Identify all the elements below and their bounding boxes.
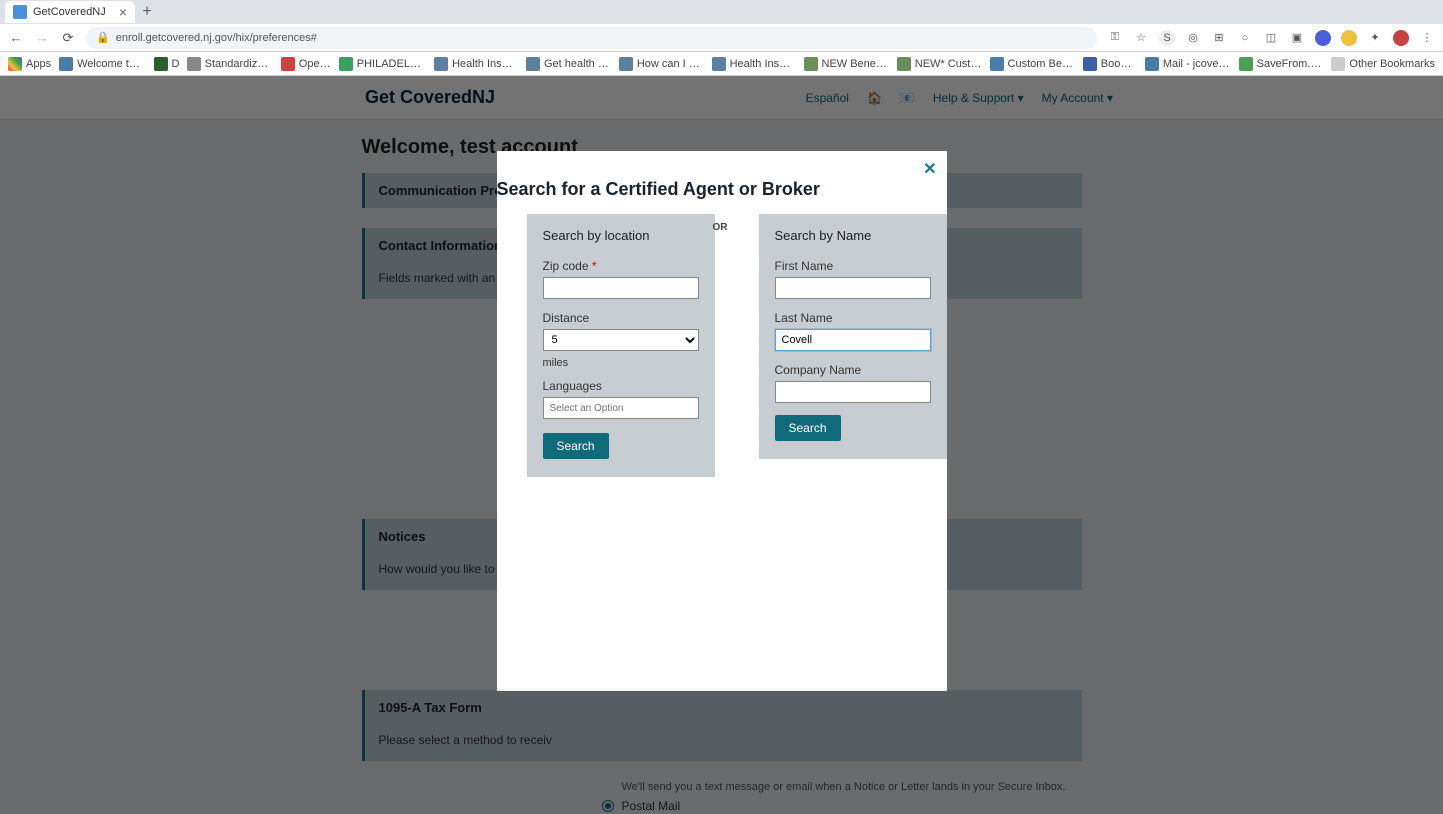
bookmark-icon bbox=[59, 57, 73, 71]
modal-overlay[interactable]: ✕ Search for a Certified Agent or Broker… bbox=[0, 76, 1443, 814]
url-text: enroll.getcovered.nj.gov/hix/preferences… bbox=[116, 32, 317, 44]
ext2-icon[interactable]: ⊞ bbox=[1211, 30, 1227, 46]
modal-title: Search for a Certified Agent or Broker bbox=[497, 179, 947, 214]
folder-icon bbox=[1331, 57, 1345, 71]
bookmark-icon bbox=[897, 57, 911, 71]
company-input[interactable] bbox=[775, 381, 931, 403]
miles-label: miles bbox=[543, 357, 699, 369]
bookmark-icon bbox=[712, 57, 726, 71]
tab-favicon bbox=[13, 5, 27, 19]
bookmark-icon bbox=[187, 57, 201, 71]
name-panel-title: Search by Name bbox=[775, 228, 931, 243]
bookmark-item[interactable]: NEW Benefit Plan... bbox=[804, 57, 889, 71]
chrome-toolbar-icons: ⚿ ☆ S ◎ ⊞ ○ ◫ ▣ ✦ ⋮ bbox=[1107, 30, 1435, 46]
browser-chrome: GetCoveredNJ × + ← → ⟳ 🔒 enroll.getcover… bbox=[0, 0, 1443, 76]
first-name-label: First Name bbox=[775, 259, 931, 273]
extensions-icon[interactable]: ✦ bbox=[1367, 30, 1383, 46]
last-name-input[interactable] bbox=[775, 329, 931, 351]
ext6-icon[interactable] bbox=[1315, 30, 1331, 46]
url-input[interactable]: 🔒 enroll.getcovered.nj.gov/hix/preferenc… bbox=[86, 27, 1097, 49]
address-bar: ← → ⟳ 🔒 enroll.getcovered.nj.gov/hix/pre… bbox=[0, 24, 1443, 52]
bookmark-item[interactable]: Health Insurance:... bbox=[434, 57, 518, 71]
bookmarks-bar: Apps Welcome to Custo... DC Standardized I… bbox=[0, 52, 1443, 76]
search-panels: OR Search by location Zip code * Distanc… bbox=[497, 214, 947, 477]
menu-icon[interactable]: ⋮ bbox=[1419, 30, 1435, 46]
apps-icon bbox=[8, 57, 22, 71]
lock-icon: 🔒 bbox=[96, 31, 110, 44]
ext3-icon[interactable]: ○ bbox=[1237, 30, 1253, 46]
bookmark-item[interactable]: Bookmarks bbox=[1083, 57, 1137, 71]
bookmark-item[interactable]: NEW* Custom Be... bbox=[897, 57, 982, 71]
ext5-icon[interactable]: ▣ bbox=[1289, 30, 1305, 46]
apps-button[interactable]: Apps bbox=[8, 57, 51, 71]
profile-icon[interactable] bbox=[1393, 30, 1409, 46]
page-viewport: Get CoveredNJ Español 🏠 📧 Help & Support… bbox=[0, 76, 1443, 814]
ext7-icon[interactable] bbox=[1341, 30, 1357, 46]
search-modal: ✕ Search for a Certified Agent or Broker… bbox=[497, 151, 947, 691]
bookmark-item[interactable]: SaveFrom.net - O... bbox=[1239, 57, 1324, 71]
bookmark-icon bbox=[990, 57, 1004, 71]
bookmark-item[interactable]: PHILADELPHIA, P... bbox=[339, 57, 426, 71]
distance-label: Distance bbox=[543, 311, 699, 325]
key-icon[interactable]: ⚿ bbox=[1107, 30, 1123, 46]
bookmark-icon bbox=[526, 57, 540, 71]
name-panel: Search by Name First Name Last Name Comp… bbox=[759, 214, 947, 459]
bookmark-icon bbox=[154, 57, 168, 71]
bookmark-icon bbox=[281, 57, 295, 71]
bookmark-item[interactable]: Standardized Indu... bbox=[187, 57, 273, 71]
tab-close-icon[interactable]: × bbox=[119, 4, 127, 20]
other-bookmarks[interactable]: Other Bookmarks bbox=[1331, 57, 1435, 71]
modal-close-button[interactable]: ✕ bbox=[923, 159, 936, 179]
bookmark-icon bbox=[434, 57, 448, 71]
ext1-icon[interactable]: ◎ bbox=[1185, 30, 1201, 46]
bookmark-item[interactable]: How can I see pla... bbox=[619, 57, 704, 71]
bookmark-icon bbox=[619, 57, 633, 71]
bookmark-item[interactable]: Mail - jcovell@cus... bbox=[1145, 57, 1231, 71]
company-label: Company Name bbox=[775, 363, 931, 377]
last-name-label: Last Name bbox=[775, 311, 931, 325]
bookmark-icon bbox=[1145, 57, 1159, 71]
languages-input[interactable] bbox=[543, 397, 699, 419]
bookmark-item[interactable]: DC bbox=[154, 57, 179, 71]
browser-tab[interactable]: GetCoveredNJ × bbox=[5, 1, 135, 23]
bookmark-item[interactable]: Health Insurance:... bbox=[712, 57, 796, 71]
s-badge-icon[interactable]: S bbox=[1159, 30, 1175, 46]
forward-button[interactable]: → bbox=[34, 30, 50, 46]
bookmark-icon bbox=[1239, 57, 1253, 71]
reload-button[interactable]: ⟳ bbox=[60, 30, 76, 46]
star-icon[interactable]: ☆ bbox=[1133, 30, 1149, 46]
bookmark-icon bbox=[804, 57, 818, 71]
languages-label: Languages bbox=[543, 379, 699, 393]
tab-bar: GetCoveredNJ × + bbox=[0, 0, 1443, 24]
or-divider: OR bbox=[713, 222, 728, 233]
ext4-icon[interactable]: ◫ bbox=[1263, 30, 1279, 46]
location-panel: Search by location Zip code * Distance 5… bbox=[527, 214, 715, 477]
bookmark-item[interactable]: Welcome to Custo... bbox=[59, 57, 145, 71]
first-name-input[interactable] bbox=[775, 277, 931, 299]
zip-input[interactable] bbox=[543, 277, 699, 299]
location-search-button[interactable]: Search bbox=[543, 433, 609, 459]
bookmark-icon bbox=[339, 57, 353, 71]
location-panel-title: Search by location bbox=[543, 228, 699, 243]
bookmark-item[interactable]: Custom Benefit Pl... bbox=[990, 57, 1075, 71]
name-search-button[interactable]: Search bbox=[775, 415, 841, 441]
bookmark-icon bbox=[1083, 57, 1097, 71]
bookmark-item[interactable]: Get health care pr... bbox=[526, 57, 611, 71]
zip-label: Zip code * bbox=[543, 259, 699, 273]
new-tab-button[interactable]: + bbox=[135, 3, 159, 21]
bookmark-item[interactable]: OpenERP bbox=[281, 57, 331, 71]
tab-title: GetCoveredNJ bbox=[33, 6, 113, 18]
back-button[interactable]: ← bbox=[8, 30, 24, 46]
distance-select[interactable]: 5 bbox=[543, 329, 699, 351]
